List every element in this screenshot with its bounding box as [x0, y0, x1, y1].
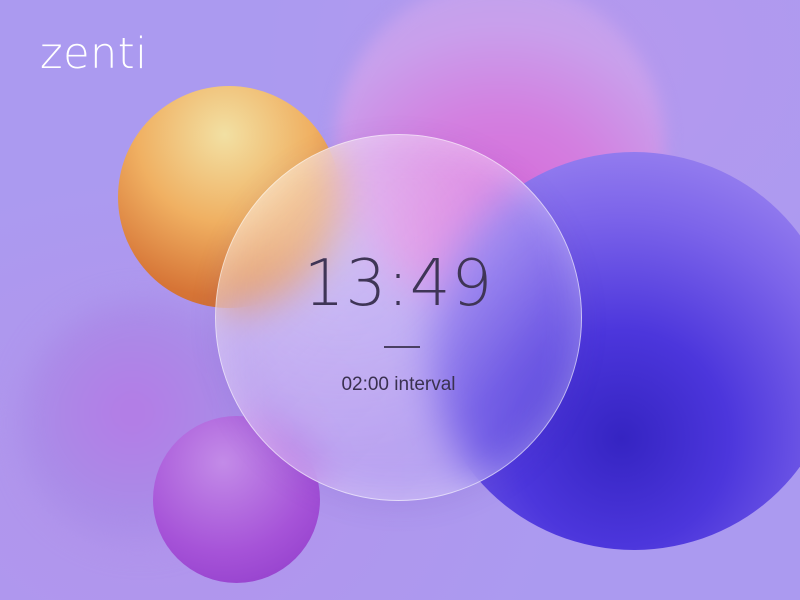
app-logo: zenti — [40, 29, 148, 79]
divider — [384, 346, 420, 348]
interval-label: 02:00 interval — [341, 374, 456, 395]
clock-time: 13:49 — [303, 247, 494, 321]
timer-panel[interactable]: 13:49 02:00 interval — [215, 134, 582, 501]
app-canvas: zenti 13:49 02:00 interval — [0, 0, 800, 600]
